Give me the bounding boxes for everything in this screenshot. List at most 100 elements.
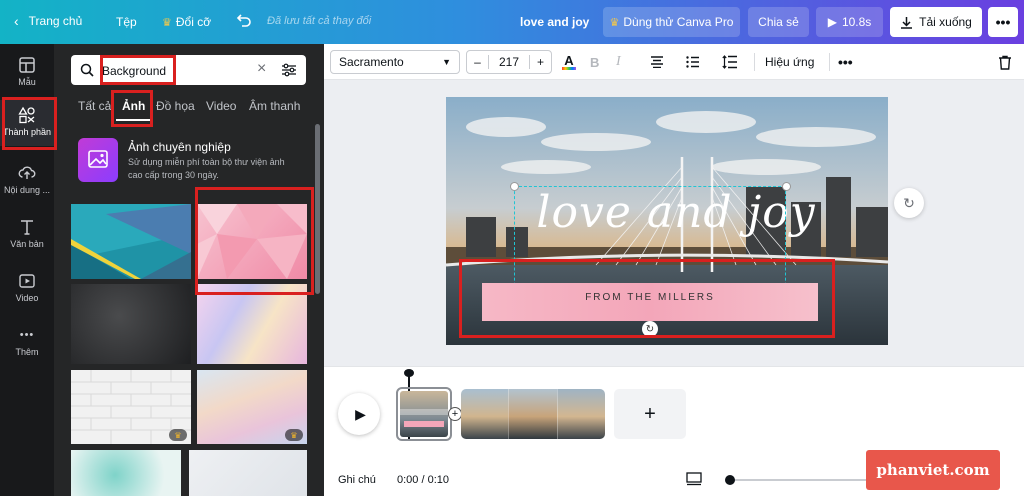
play-button[interactable]: ▶ 10.8s: [816, 7, 883, 37]
resize-handle[interactable]: [510, 182, 519, 191]
crown-icon: ♛: [162, 16, 172, 29]
file-menu[interactable]: Tệp: [116, 15, 137, 29]
play-duration: 10.8s: [841, 15, 872, 29]
add-clip-button[interactable]: +: [614, 389, 686, 439]
download-label: Tải xuống: [919, 15, 972, 29]
more-icon: •••: [19, 329, 35, 341]
font-family-select[interactable]: Sacramento ▼: [330, 44, 460, 80]
photo-result[interactable]: [71, 284, 191, 364]
photo-result[interactable]: ♛: [197, 370, 307, 444]
photo-result[interactable]: [71, 204, 191, 279]
delete-button[interactable]: [998, 44, 1012, 80]
clip-thumbnail-text: [400, 409, 448, 415]
undo-icon: [236, 14, 251, 27]
download-button[interactable]: Tải xuống: [890, 7, 982, 37]
chevron-left-icon: ‹: [14, 13, 19, 29]
download-icon: [901, 16, 913, 29]
italic-button[interactable]: I: [616, 44, 621, 80]
text-icon: [21, 220, 33, 235]
more-dots-icon: •••: [838, 54, 853, 70]
text-color-button[interactable]: A: [562, 44, 576, 80]
toolbar-divider: [754, 53, 755, 71]
increase-size-button[interactable]: +: [529, 55, 551, 69]
font-size-stepper: – 217 +: [466, 44, 552, 80]
promo-desc-line2: cao cấp trong 30 ngày.: [128, 170, 219, 180]
align-button[interactable]: [650, 44, 664, 80]
refresh-button[interactable]: ↻: [894, 188, 924, 218]
search-box: Background ×: [71, 55, 306, 85]
effects-button[interactable]: Hiệu ứng: [765, 44, 814, 80]
watermark-badge: phanviet.com: [866, 450, 1000, 490]
photo-result[interactable]: [71, 450, 181, 496]
rail-label-text: Văn bản: [10, 239, 44, 249]
panel-scrollbar[interactable]: [315, 124, 320, 294]
color-bar: [562, 67, 576, 70]
rail-label-templates: Mẫu: [18, 77, 36, 87]
resize-handle[interactable]: [782, 182, 791, 191]
spacing-button[interactable]: [722, 44, 738, 80]
tab-audio[interactable]: Âm thanh: [249, 99, 300, 113]
rail-item-uploads[interactable]: Nội dung ...: [0, 164, 54, 206]
zoom-slider-thumb[interactable]: [725, 475, 735, 485]
rail-item-video[interactable]: Video: [0, 272, 54, 314]
clear-search-icon[interactable]: ×: [257, 60, 266, 78]
add-transition-button[interactable]: +: [448, 407, 462, 421]
more-tools-button[interactable]: •••: [838, 44, 853, 80]
timeline-clip-selected[interactable]: [396, 387, 452, 441]
video-icon: [19, 274, 35, 288]
photo-result[interactable]: [197, 284, 307, 364]
undo-button[interactable]: [236, 12, 252, 28]
share-label: Chia sẻ: [758, 15, 799, 29]
pro-photos-promo[interactable]: Ảnh chuyên nghiệp Sử dụng miễn phí toàn …: [78, 138, 308, 188]
bold-button[interactable]: B: [590, 44, 599, 80]
rail-item-elements[interactable]: Thành phần: [0, 100, 54, 146]
promo-desc-line1: Sử dụng miễn phí toàn bộ thư viện ảnh: [128, 157, 285, 167]
subline-banner[interactable]: FROM THE MILLERS: [482, 283, 818, 321]
font-size-input[interactable]: 217: [489, 55, 529, 69]
file-label: Tệp: [116, 15, 137, 29]
notes-button[interactable]: Ghi chú: [338, 474, 376, 486]
photo-result[interactable]: ♛: [71, 370, 191, 444]
timeline-play-button[interactable]: ▶: [338, 393, 380, 435]
timeline-clip[interactable]: [461, 389, 605, 439]
photo-result[interactable]: [189, 450, 307, 496]
tab-photos[interactable]: Ảnh: [122, 99, 145, 113]
time-readout: 0:00 / 0:10: [397, 474, 449, 486]
share-button[interactable]: Chia sẻ: [748, 7, 809, 37]
side-rail: Mẫu Thành phần Nội dung ... Văn bản Vide…: [0, 44, 54, 496]
subline-text: FROM THE MILLERS: [585, 292, 715, 303]
tab-all[interactable]: Tất cả: [78, 99, 111, 113]
zoom-slider[interactable]: [725, 475, 869, 485]
grid-view-icon: [686, 472, 702, 486]
try-pro-button[interactable]: ♛ Dùng thử Canva Pro: [603, 7, 740, 37]
spacing-icon: [722, 55, 737, 69]
tab-graphics[interactable]: Đồ họa: [156, 99, 195, 113]
elements-panel: Background × Tất cả Ảnh Đồ họa Video Âm …: [54, 44, 324, 496]
rail-item-templates[interactable]: Mẫu: [0, 56, 54, 98]
chevron-down-icon: ▼: [442, 57, 451, 67]
upload-icon: [18, 166, 36, 179]
resize-button[interactable]: ♛ Đổi cỡ: [162, 15, 211, 29]
save-status: Đã lưu tất cả thay đổi: [267, 15, 372, 27]
decrease-size-button[interactable]: –: [467, 55, 489, 69]
font-family-value: Sacramento: [339, 55, 404, 69]
panel-tabs: Tất cả Ảnh Đồ họa Video Âm thanh: [54, 96, 324, 122]
elements-icon: [18, 106, 35, 124]
promo-title: Ảnh chuyên nghiệp: [128, 140, 231, 154]
list-button[interactable]: [686, 44, 700, 80]
plus-icon: +: [644, 402, 656, 425]
home-link[interactable]: ‹ Trang chủ: [14, 14, 82, 28]
design-canvas[interactable]: love and joy FROM THE MILLERS ↻: [446, 97, 888, 345]
crown-icon: ♛: [609, 16, 620, 29]
photo-result-selected[interactable]: [197, 204, 307, 279]
rail-item-more[interactable]: ••• Thêm: [0, 326, 54, 368]
more-options-button[interactable]: •••: [988, 7, 1018, 37]
rail-item-text[interactable]: Văn bản: [0, 218, 54, 260]
search-input[interactable]: Background: [102, 64, 166, 78]
design-title[interactable]: love and joy: [520, 15, 589, 29]
grid-view-button[interactable]: [686, 472, 702, 491]
rotate-handle[interactable]: ↻: [642, 321, 658, 337]
top-bar: ‹ Trang chủ Tệp ♛ Đổi cỡ Đã lưu tất cả t…: [0, 0, 1024, 44]
tab-video[interactable]: Video: [206, 99, 236, 113]
filter-icon[interactable]: [281, 63, 297, 77]
